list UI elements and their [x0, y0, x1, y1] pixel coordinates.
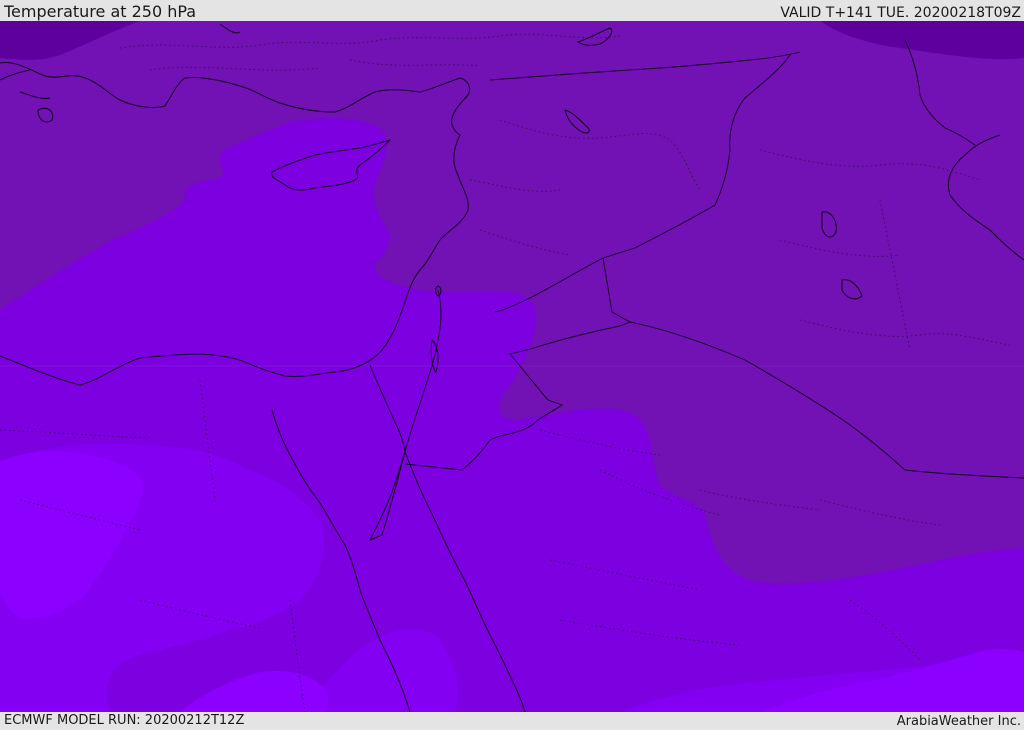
model-run-label: ECMWF MODEL RUN: 20200212T12Z: [4, 713, 245, 728]
map-canvas: [0, 21, 1024, 712]
footer-bar: ECMWF MODEL RUN: 20200212T12Z ArabiaWeat…: [0, 712, 1024, 729]
header-bar: Temperature at 250 hPa VALID T+141 TUE. …: [0, 0, 1024, 21]
weather-map[interactable]: [0, 21, 1024, 712]
brand-label: ArabiaWeather Inc.: [896, 714, 1021, 729]
valid-time: VALID T+141 TUE. 20200218T09Z: [780, 5, 1021, 21]
map-title: Temperature at 250 hPa: [4, 2, 197, 21]
